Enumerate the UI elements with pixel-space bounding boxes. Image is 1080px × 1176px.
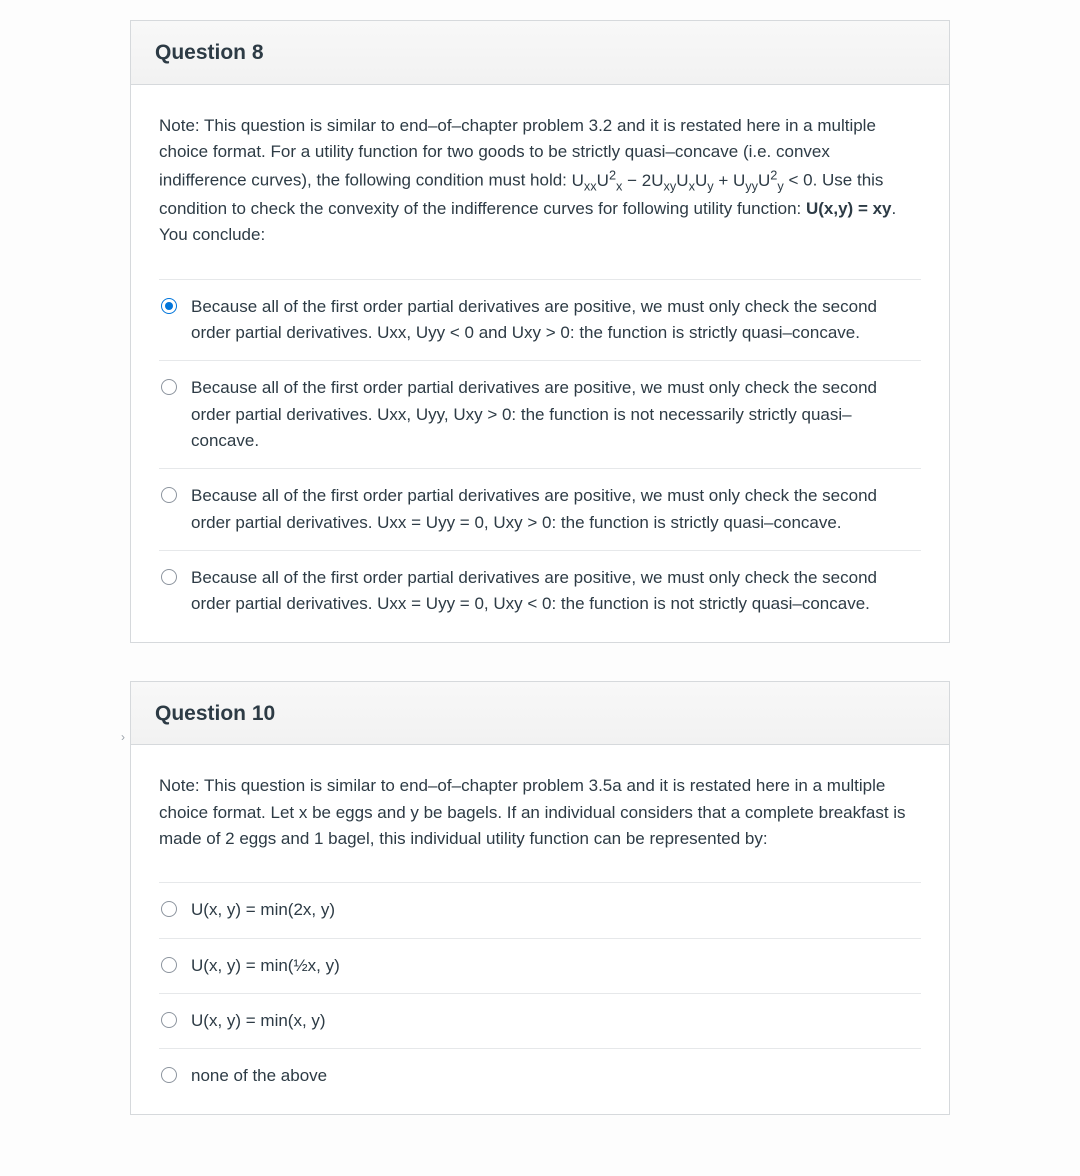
answer-options: U(x, y) = min(2x, y) U(x, y) = min(½x, y… (159, 882, 921, 1103)
answer-option[interactable]: U(x, y) = min(x, y) (159, 994, 921, 1049)
radio-icon[interactable] (161, 957, 177, 973)
answer-option[interactable]: Because all of the first order partial d… (159, 551, 921, 632)
answer-option[interactable]: Because all of the first order partial d… (159, 469, 921, 551)
option-label: U(x, y) = min(½x, y) (191, 953, 915, 979)
radio-icon[interactable] (161, 487, 177, 503)
question-body: Note: This question is similar to end–of… (131, 85, 949, 642)
answer-option[interactable]: U(x, y) = min(2x, y) (159, 883, 921, 938)
question-prompt: Note: This question is similar to end–of… (159, 113, 921, 249)
question-prompt: Note: This question is similar to end–of… (159, 773, 921, 852)
question-title: Question 8 (131, 21, 949, 85)
option-label: Because all of the first order partial d… (191, 375, 915, 454)
radio-icon[interactable] (161, 379, 177, 395)
radio-icon[interactable] (161, 298, 177, 314)
answer-option[interactable]: none of the above (159, 1049, 921, 1103)
radio-icon[interactable] (161, 901, 177, 917)
option-label: U(x, y) = min(x, y) (191, 1008, 915, 1034)
radio-icon[interactable] (161, 1067, 177, 1083)
question-body: Note: This question is similar to end–of… (131, 745, 949, 1113)
option-label: Because all of the first order partial d… (191, 483, 915, 536)
drag-handle-icon[interactable]: › (116, 707, 130, 767)
question-title: Question 10 (131, 682, 949, 746)
radio-icon[interactable] (161, 1012, 177, 1028)
answer-options: Because all of the first order partial d… (159, 279, 921, 632)
option-label: none of the above (191, 1063, 915, 1089)
option-label: Because all of the first order partial d… (191, 294, 915, 347)
question-card-10: Question 10 Note: This question is simil… (130, 681, 950, 1115)
option-label: Because all of the first order partial d… (191, 565, 915, 618)
answer-option[interactable]: Because all of the first order partial d… (159, 280, 921, 362)
radio-icon[interactable] (161, 569, 177, 585)
answer-option[interactable]: Because all of the first order partial d… (159, 361, 921, 469)
option-label: U(x, y) = min(2x, y) (191, 897, 915, 923)
question-card-8: Question 8 Note: This question is simila… (130, 20, 950, 643)
answer-option[interactable]: U(x, y) = min(½x, y) (159, 939, 921, 994)
question-wrap-10: › Question 10 Note: This question is sim… (116, 681, 964, 1115)
